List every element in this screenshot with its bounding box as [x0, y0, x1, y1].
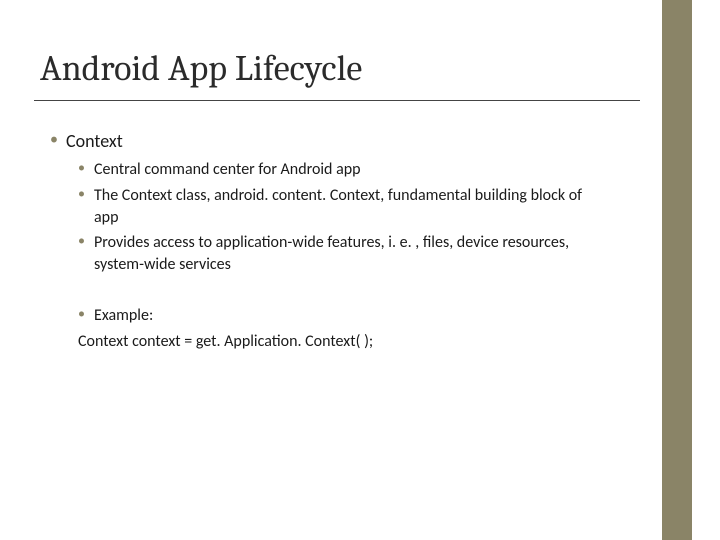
sub-bullets-group-1: Central command center for Android app T… — [78, 159, 610, 275]
code-line: Context context = get. Application. Cont… — [78, 331, 610, 353]
bullet-level2: Central command center for Android app — [78, 159, 610, 181]
slide-body: Context Central command center for Andro… — [50, 130, 610, 357]
accent-stripe — [662, 0, 692, 540]
slide-title: Android App Lifecycle — [40, 48, 362, 89]
bullet-level2: Example: — [78, 305, 610, 327]
title-underline — [34, 100, 640, 101]
bullet-level2: The Context class, android. content. Con… — [78, 185, 610, 228]
spacer — [50, 279, 610, 303]
bullet-level1: Context — [50, 130, 610, 153]
sub-bullets-group-2: Example: Context context = get. Applicat… — [78, 305, 610, 352]
bullet-level2: Provides access to application-wide feat… — [78, 232, 610, 275]
